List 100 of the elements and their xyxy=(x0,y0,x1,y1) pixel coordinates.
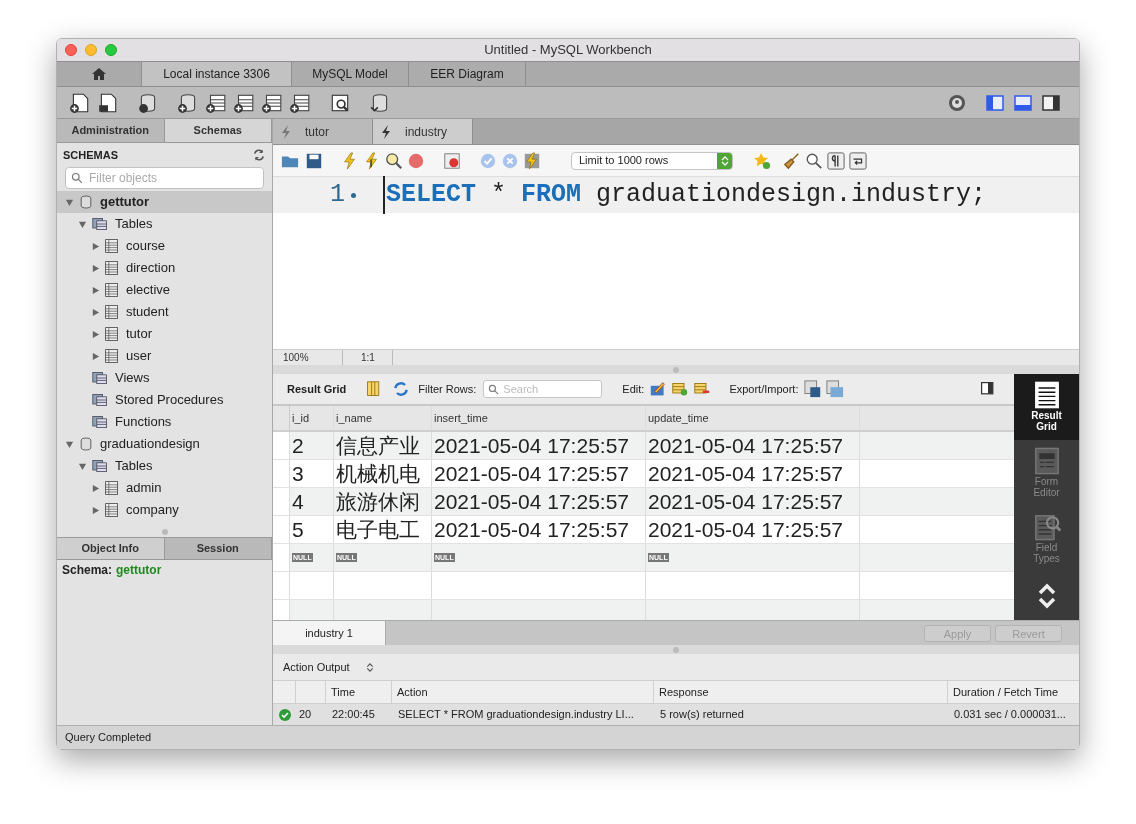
magnifier-icon[interactable] xyxy=(385,151,403,170)
collapsed-arrow-icon[interactable] xyxy=(91,285,100,295)
table-cell-text: 0.031 sec / 0.000031... xyxy=(953,707,1067,723)
collapsed-arrow-icon[interactable] xyxy=(91,351,100,361)
side-panel-button[interactable]: Result Grid xyxy=(1014,374,1079,440)
tree-item[interactable]: Views xyxy=(57,367,272,389)
autocommit-icon[interactable] xyxy=(523,151,541,170)
panel-title: Result Grid xyxy=(287,381,347,397)
table-icon xyxy=(104,502,120,518)
expanded-arrow-icon[interactable] xyxy=(78,219,87,229)
collapsed-arrow-icon[interactable] xyxy=(91,307,100,317)
table-cell-text: 22:00:45 xyxy=(331,707,376,723)
output-selector[interactable]: Action Output xyxy=(283,658,374,676)
column-header[interactable]: Response xyxy=(654,681,948,703)
filter-field[interactable]: Filter objects xyxy=(65,167,264,189)
add-row-icon[interactable] xyxy=(671,381,690,397)
open-sql-file-icon[interactable] xyxy=(97,91,119,114)
broom-icon[interactable] xyxy=(783,151,801,170)
expanded-arrow-icon[interactable] xyxy=(78,461,87,471)
star-plus-icon[interactable] xyxy=(753,151,771,170)
close-button[interactable] xyxy=(65,44,77,56)
sidebar-tab[interactable]: Administration xyxy=(57,119,165,142)
search-icon xyxy=(488,384,500,395)
wrap-icon[interactable] xyxy=(849,151,867,170)
sidebar-tab[interactable]: Schemas xyxy=(164,119,272,142)
tree-item[interactable]: Functions xyxy=(57,411,272,433)
info-tab[interactable]: Session xyxy=(164,538,272,559)
tree-item[interactable]: tutor xyxy=(57,323,272,345)
database-icon xyxy=(78,436,94,452)
table-cell: 2021-05-04 17:25:57 xyxy=(646,432,860,459)
lightning-icon xyxy=(381,124,391,139)
column-header[interactable]: Duration / Fetch Time xyxy=(948,681,1079,703)
editor-tab[interactable]: industry xyxy=(373,119,473,144)
app-tab[interactable]: Local instance 3306 xyxy=(142,62,292,86)
stop-error-icon[interactable] xyxy=(443,151,461,170)
tree-item[interactable]: Tables xyxy=(57,455,272,477)
pilcrow-icon[interactable] xyxy=(827,151,845,170)
import-icon[interactable] xyxy=(826,380,845,398)
table-cell: 2021-05-04 17:25:57 xyxy=(432,488,646,515)
line-marker-icon xyxy=(351,192,356,198)
collapsed-arrow-icon[interactable] xyxy=(91,483,100,493)
delete-row-icon[interactable] xyxy=(693,381,712,397)
expanded-arrow-icon[interactable] xyxy=(65,439,74,449)
tree-item[interactable]: Stored Procedures xyxy=(57,389,272,411)
column-header[interactable]: update_time xyxy=(646,406,860,430)
table-cell: 2021-05-04 17:25:57 xyxy=(432,432,646,459)
tree-item[interactable]: course xyxy=(57,235,272,257)
table-cell: 2021-05-04 17:25:57 xyxy=(432,516,646,543)
scroll-arrows-icon[interactable] xyxy=(1036,582,1057,610)
window-title: Untitled - MySQL Workbench xyxy=(483,41,653,60)
sidebar-panel-toggle-icon[interactable] xyxy=(985,92,1005,113)
collapsed-arrow-icon[interactable] xyxy=(91,505,100,515)
column-header[interactable]: i_name xyxy=(334,406,432,430)
tree-item[interactable]: gettutor xyxy=(57,191,272,213)
table-cell: 2021-05-04 17:25:57 xyxy=(646,488,860,515)
output-panel-toggle-icon[interactable] xyxy=(1013,92,1033,113)
column-header[interactable]: Action xyxy=(392,681,654,703)
folder-table-icon xyxy=(91,370,109,386)
info-tab[interactable]: Object Info xyxy=(57,538,165,559)
table-cell: 4 xyxy=(290,488,334,515)
check-icon[interactable] xyxy=(479,151,497,170)
pencil-icon[interactable] xyxy=(649,381,668,397)
export-icon[interactable] xyxy=(804,380,823,398)
search-icon xyxy=(71,172,83,184)
column-header[interactable]: i_id xyxy=(290,406,334,430)
info-label: Schema: xyxy=(62,562,113,579)
search-icon[interactable] xyxy=(805,151,823,170)
panel-toggle-icon[interactable] xyxy=(980,381,996,397)
collapsed-arrow-icon[interactable] xyxy=(91,263,100,273)
table-icon xyxy=(104,238,120,254)
tree-item[interactable]: direction xyxy=(57,257,272,279)
save-icon[interactable] xyxy=(305,151,323,170)
info-value: gettutor xyxy=(116,562,162,579)
tree-item[interactable]: user xyxy=(57,345,272,367)
form-icon xyxy=(1032,446,1061,476)
tree-item[interactable]: company xyxy=(57,499,272,521)
refresh-icon[interactable] xyxy=(392,381,411,397)
refresh-icon[interactable] xyxy=(252,148,266,162)
search-field[interactable]: Search xyxy=(483,380,603,398)
folder-table-icon xyxy=(91,458,109,474)
expanded-arrow-icon[interactable] xyxy=(65,197,74,207)
result-tab[interactable]: industry 1 xyxy=(273,621,386,645)
tree-item[interactable]: admin xyxy=(57,477,272,499)
settings-icon[interactable] xyxy=(947,92,967,113)
secondary-panel-toggle-icon[interactable] xyxy=(1041,92,1061,113)
editor-tab[interactable]: tutor xyxy=(273,119,373,144)
tree-item[interactable]: graduationdesign xyxy=(57,433,272,455)
export-label: Export/Import: xyxy=(729,381,799,397)
line-number: 1 xyxy=(329,179,345,212)
column-header[interactable]: insert_time xyxy=(432,406,646,430)
code-line[interactable]: SELECT * FROM graduationdesign.industry; xyxy=(383,176,987,214)
collapsed-arrow-icon[interactable] xyxy=(91,241,100,251)
new-sql-tab-icon[interactable] xyxy=(69,91,91,114)
collapsed-arrow-icon[interactable] xyxy=(91,329,100,339)
column-header[interactable]: Time xyxy=(326,681,392,703)
tree-item[interactable]: student xyxy=(57,301,272,323)
tree-item[interactable]: elective xyxy=(57,279,272,301)
select-arrows-icon xyxy=(720,154,729,167)
tree-item[interactable]: Tables xyxy=(57,213,272,235)
limit-select[interactable]: Limit to 1000 rows xyxy=(571,151,733,170)
